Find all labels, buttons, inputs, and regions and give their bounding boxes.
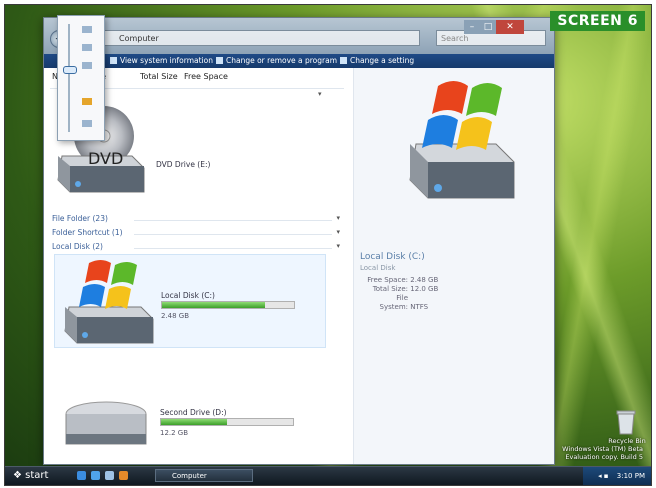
tray-icons[interactable]: ◂ ▪ bbox=[598, 472, 608, 480]
local-disk-c-usage-bar bbox=[161, 301, 295, 309]
detail-key: Total Size: bbox=[372, 285, 408, 293]
detail-value: NTFS bbox=[410, 303, 429, 311]
watermark-line: Evaluation copy. Build 5 bbox=[565, 453, 643, 461]
taskbar: ❖ start Computer ◂ ▪ 3:10 PM bbox=[5, 466, 651, 485]
address-bar[interactable]: Computer bbox=[100, 30, 420, 46]
system-tray: ◂ ▪ 3:10 PM bbox=[583, 467, 651, 485]
explorer-window: ◀ ▶ Computer Search – □ ✕ View system in… bbox=[43, 17, 555, 465]
details-option[interactable] bbox=[82, 120, 92, 127]
group-file-folder[interactable]: File Folder (23) ▾ bbox=[52, 214, 340, 225]
internet-explorer-icon[interactable] bbox=[91, 471, 100, 480]
start-button[interactable]: ❖ start bbox=[9, 468, 54, 484]
detail-key: Free Space: bbox=[367, 276, 408, 284]
views-menu bbox=[57, 15, 105, 141]
views-slider-thumb[interactable] bbox=[63, 66, 77, 74]
local-disk-c-free: 2.48 GB bbox=[161, 312, 190, 320]
content-pane: N pe Total Size Free Space ▾ bbox=[44, 68, 554, 464]
command-label: Change a setting bbox=[350, 56, 415, 65]
hard-drive-icon bbox=[65, 401, 147, 445]
tiles-option[interactable] bbox=[82, 98, 92, 105]
taskbar-item-computer[interactable]: Computer bbox=[155, 469, 253, 482]
media-player-icon[interactable] bbox=[119, 471, 128, 480]
chevron-down-icon[interactable]: ▾ bbox=[336, 228, 340, 236]
close-button[interactable]: ✕ bbox=[496, 20, 524, 34]
settings-icon bbox=[340, 57, 347, 64]
group-divider bbox=[134, 220, 332, 221]
group-label: Local Disk (2) bbox=[52, 242, 103, 251]
maximize-button[interactable]: □ bbox=[480, 20, 496, 34]
recycle-bin-label[interactable]: Recycle Bin bbox=[602, 437, 651, 445]
system-info-icon bbox=[110, 57, 117, 64]
command-label: View system information bbox=[120, 56, 213, 65]
dvd-drive-label: DVD Drive (E:) bbox=[156, 160, 211, 169]
show-desktop-icon[interactable] bbox=[77, 471, 86, 480]
detail-row: Total Size: 12.0 GB bbox=[366, 285, 439, 294]
command-label: Change or remove a program bbox=[226, 56, 338, 65]
large-windows-drive-icon bbox=[409, 81, 515, 199]
recycle-bin-icon[interactable] bbox=[615, 409, 637, 435]
second-drive-d-item[interactable]: Second Drive (D:) 12.2 GB bbox=[54, 398, 324, 460]
evaluation-watermark: Windows Vista (TM) Beta Evaluation copy.… bbox=[562, 445, 643, 461]
details-subtitle: Local Disk bbox=[360, 264, 396, 272]
svg-text:DVD: DVD bbox=[88, 149, 123, 168]
group-divider bbox=[134, 248, 332, 249]
details-title: Local Disk (C:) bbox=[360, 252, 425, 262]
detail-row: File System: NTFS bbox=[366, 294, 438, 312]
views-slider-track[interactable] bbox=[68, 24, 70, 132]
large-icons-option[interactable] bbox=[82, 44, 92, 51]
watermark-line: Windows Vista (TM) Beta bbox=[562, 445, 643, 453]
group-folder-shortcut[interactable]: Folder Shortcut (1) ▾ bbox=[52, 228, 340, 239]
medium-icons-option[interactable] bbox=[82, 62, 92, 69]
title-bar[interactable]: ◀ ▶ Computer Search – □ ✕ bbox=[44, 18, 554, 54]
windows-logo-icon: ❖ bbox=[13, 470, 22, 481]
screenshot-frame: ◀ ▶ Computer Search – □ ✕ View system in… bbox=[4, 4, 652, 486]
detail-value: 2.48 GB bbox=[410, 276, 439, 284]
switch-windows-icon[interactable] bbox=[105, 471, 114, 480]
local-disk-c-item[interactable]: Local Disk (C:) 2.48 GB bbox=[54, 254, 326, 348]
group-divider bbox=[134, 234, 332, 235]
column-free-space[interactable]: Free Space bbox=[184, 72, 228, 81]
change-remove-program-button[interactable]: Change or remove a program bbox=[216, 54, 337, 68]
chevron-down-icon[interactable]: ▾ bbox=[336, 214, 340, 222]
start-label: start bbox=[25, 470, 49, 481]
second-drive-free: 12.2 GB bbox=[160, 429, 189, 437]
extra-large-icons-option[interactable] bbox=[82, 26, 92, 33]
chevron-down-icon[interactable]: ▾ bbox=[336, 242, 340, 250]
screen-badge: SCREEN 6 bbox=[550, 11, 645, 31]
chevron-down-icon[interactable]: ▾ bbox=[318, 90, 322, 98]
detail-key: File System: bbox=[379, 294, 408, 311]
local-disk-c-label: Local Disk (C:) bbox=[161, 291, 215, 300]
second-drive-usage-bar bbox=[160, 418, 294, 426]
clock[interactable]: 3:10 PM bbox=[617, 472, 645, 480]
change-setting-button[interactable]: Change a setting bbox=[340, 54, 414, 68]
group-local-disk[interactable]: Local Disk (2) ▾ bbox=[52, 242, 340, 253]
details-pane: Local Disk (C:) Local Disk Free Space: 2… bbox=[353, 68, 554, 464]
programs-icon bbox=[216, 57, 223, 64]
minimize-button[interactable]: – bbox=[464, 20, 480, 34]
second-drive-label: Second Drive (D:) bbox=[160, 408, 227, 417]
windows-drive-icon bbox=[64, 260, 154, 344]
detail-row: Free Space: 2.48 GB bbox=[366, 276, 438, 285]
details-properties: Free Space: 2.48 GB Total Size: 12.0 GB … bbox=[366, 276, 438, 312]
command-bar: View system information Change or remove… bbox=[44, 54, 554, 68]
group-label: File Folder (23) bbox=[52, 214, 108, 223]
column-total-size[interactable]: Total Size bbox=[140, 72, 178, 81]
group-label: Folder Shortcut (1) bbox=[52, 228, 123, 237]
detail-value: 12.0 GB bbox=[410, 285, 439, 293]
view-system-info-button[interactable]: View system information bbox=[110, 54, 213, 68]
